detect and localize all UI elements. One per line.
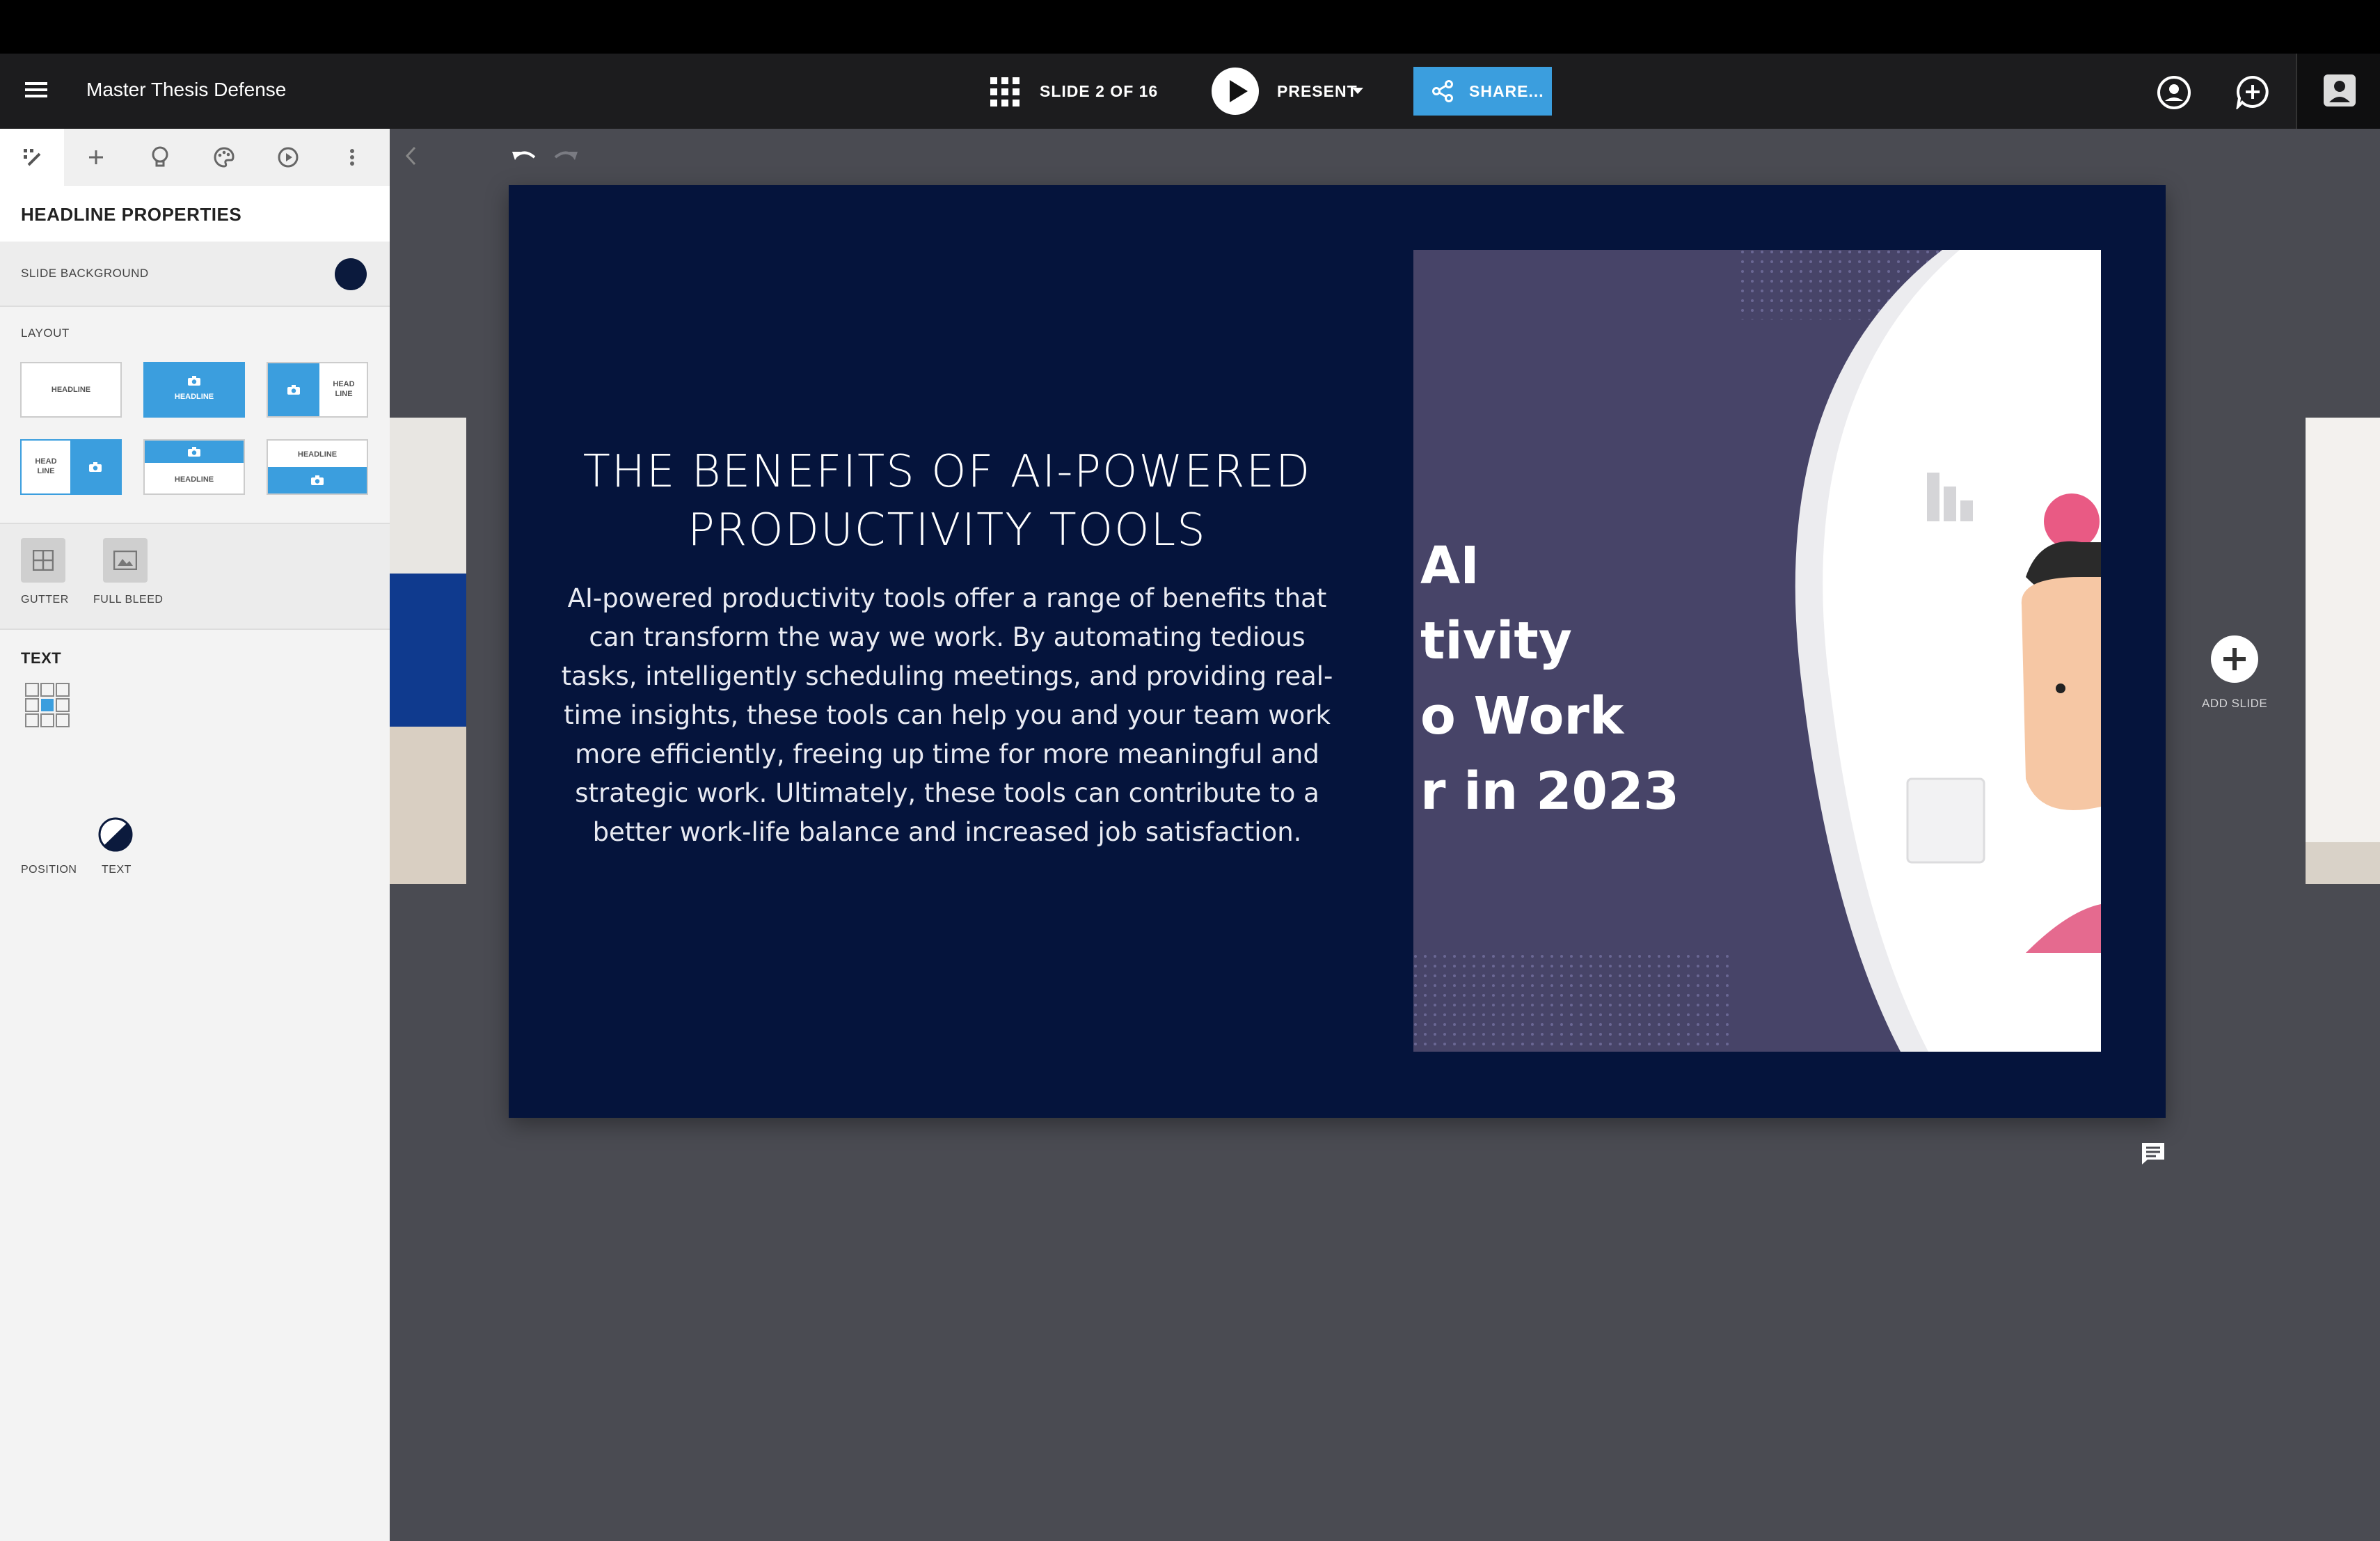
image-title-text: AI tivity o Work r in 2023 (1420, 528, 1679, 829)
body-line: AI-powered productivity tools offer a ra… (567, 583, 1327, 613)
gutter-icon (33, 550, 54, 571)
frame-options: GUTTER FULL BLEED (0, 524, 390, 630)
layout-option-headline[interactable]: HEADLINE (20, 362, 122, 418)
layout-option-image-bottom[interactable]: HEADLINE (267, 439, 368, 495)
chevron-down-icon[interactable] (1352, 88, 1363, 95)
body-line: strategic work. Ultimately, these tools … (575, 778, 1319, 808)
plus-icon (88, 149, 104, 166)
camera-icon (188, 376, 200, 386)
camera-icon (311, 475, 324, 485)
layout-option-image-headline[interactable]: HEADLINE (143, 362, 245, 418)
gutter-label: GUTTER (21, 594, 69, 606)
next-slide-band (2306, 842, 2380, 884)
text-contrast-icon[interactable] (98, 817, 133, 852)
share-button[interactable]: SHARE... (1413, 67, 1552, 116)
gutter-button[interactable] (21, 538, 65, 583)
top-bar: Master Thesis Defense SLIDE 2 OF 16 PRES… (0, 54, 2380, 129)
layout-option-label: HEADLINE (174, 475, 214, 484)
sidebar-tabs (0, 129, 390, 187)
body-line: tasks, intelligently scheduling meetings… (561, 661, 1333, 691)
slide-comment-icon[interactable] (2141, 1141, 2166, 1165)
layout-option-image-left[interactable]: HEAD LINE (267, 362, 368, 418)
share-label: SHARE... (1469, 82, 1544, 100)
tab-ideas[interactable] (128, 129, 192, 186)
palette-icon (213, 146, 235, 168)
layout-option-label: HEADLINE (174, 393, 214, 401)
slide-canvas[interactable]: THE BENEFITS OF AI-POWERED PRODUCTIVITY … (509, 185, 2166, 1118)
slide-counter[interactable]: SLIDE 2 OF 16 (1040, 82, 1158, 101)
previous-slide-band (390, 727, 466, 884)
body-line: more efficiently, freeing up time for mo… (575, 739, 1319, 769)
tab-theme[interactable] (192, 129, 256, 186)
present-button[interactable]: PRESENT (1277, 82, 1358, 101)
tab-properties[interactable] (0, 129, 64, 186)
slide-background-label: SLIDE BACKGROUND (21, 267, 149, 280)
account-circle-icon[interactable] (2156, 74, 2192, 111)
slide-background-swatch[interactable] (335, 258, 367, 290)
text-section: TEXT POSITION TEXT (0, 630, 390, 876)
slide-body-text[interactable]: AI-powered productivity tools offer a ra… (550, 579, 1344, 852)
body-line: time insights, these tools can help you … (564, 700, 1331, 730)
camera-icon (287, 385, 300, 395)
undo-icon[interactable] (512, 148, 537, 166)
layout-option-label: HEAD (333, 380, 355, 388)
redo-icon[interactable] (553, 148, 578, 166)
top-strip (0, 0, 2380, 54)
text-section-label: TEXT (21, 649, 62, 667)
add-slide-icon[interactable] (2211, 635, 2258, 683)
properties-sidebar: HEADLINE PROPERTIES SLIDE BACKGROUND LAY… (0, 129, 390, 1541)
full-bleed-icon (113, 551, 137, 570)
layout-option-label: HEADLINE (297, 450, 338, 459)
previous-slide-band (390, 574, 466, 727)
slide-heading-line: THE BENEFITS OF AI-POWERED (582, 446, 1312, 498)
text-position-grid[interactable] (25, 683, 70, 727)
image-text-line: AI (1420, 536, 1479, 596)
tab-animation[interactable] (256, 129, 320, 186)
magic-wand-icon (22, 147, 42, 168)
image-text-line: r in 2023 (1420, 761, 1680, 821)
camera-icon (188, 447, 200, 457)
panel-header: HEADLINE PROPERTIES (0, 186, 390, 242)
next-slide-thumbnail[interactable] (2306, 418, 2380, 884)
layout-option-label: LINE (335, 390, 353, 398)
person-icon (2324, 74, 2356, 106)
user-avatar[interactable] (2296, 54, 2380, 129)
more-vertical-icon (349, 148, 355, 166)
presentation-title[interactable]: Master Thesis Defense (86, 79, 286, 101)
full-bleed-button[interactable] (103, 538, 148, 583)
tab-add[interactable] (64, 129, 128, 186)
position-label: POSITION (21, 864, 77, 876)
layout-label: LAYOUT (21, 326, 70, 340)
collapse-sidebar-icon[interactable] (405, 146, 416, 166)
grid-icon[interactable] (990, 77, 1020, 106)
lightbulb-icon (150, 146, 170, 168)
previous-slide-thumbnail[interactable] (390, 418, 466, 884)
add-slide-label[interactable]: ADD SLIDE (2202, 697, 2267, 711)
layout-section: LAYOUT HEADLINE HEADLINE HEAD LINE HEAD … (0, 307, 390, 524)
layout-option-image-top[interactable]: HEADLINE (143, 439, 245, 495)
camera-icon (89, 462, 102, 472)
slide-heading-line: PRODUCTIVITY TOOLS (688, 505, 1207, 556)
hamburger-menu-icon[interactable] (25, 81, 47, 99)
previous-slide-band (390, 418, 466, 574)
add-comment-icon[interactable] (2235, 74, 2270, 109)
image-text-line: tivity (1420, 611, 1572, 671)
body-line: better work-life balance and increased j… (592, 817, 1302, 847)
tab-more[interactable] (320, 129, 384, 186)
play-circle-icon (277, 146, 299, 168)
slide-heading[interactable]: THE BENEFITS OF AI-POWERED PRODUCTIVITY … (550, 443, 1344, 560)
layout-option-image-right[interactable]: HEAD LINE (20, 439, 122, 495)
slide-background-row[interactable]: SLIDE BACKGROUND (0, 242, 390, 307)
text-label: TEXT (102, 864, 132, 876)
layout-option-label: HEAD (35, 457, 57, 466)
layout-option-label: HEADLINE (51, 386, 91, 394)
full-bleed-label: FULL BLEED (93, 594, 164, 606)
layout-option-label: LINE (37, 467, 55, 475)
slide-image[interactable]: AI tivity o Work r in 2023 (1413, 250, 2101, 1052)
play-icon[interactable] (1212, 68, 1259, 115)
share-icon (1431, 80, 1454, 102)
image-text-line: o Work (1420, 686, 1624, 746)
body-line: can transform the way we work. By automa… (589, 622, 1306, 652)
panel-title: HEADLINE PROPERTIES (21, 204, 242, 225)
